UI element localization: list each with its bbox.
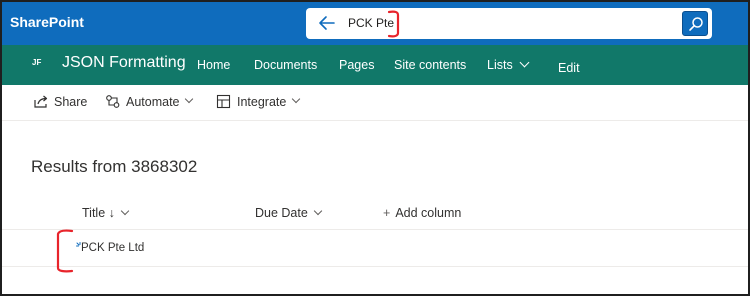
window-frame: SharePoint PCK Pte JF JSON Formatting Ho… — [0, 0, 750, 296]
suite-bar: SharePoint PCK Pte — [2, 2, 748, 45]
chevron-down-icon — [291, 94, 301, 104]
integrate-icon — [216, 94, 231, 109]
nav-item-home[interactable]: Home — [197, 58, 230, 72]
nav-item-lists-label: Lists — [487, 58, 513, 72]
search-input[interactable]: PCK Pte — [348, 16, 394, 30]
add-column-button[interactable]: + Add column — [383, 206, 461, 220]
integrate-label: Integrate — [237, 95, 287, 109]
add-column-label: Add column — [395, 206, 462, 220]
list-column-header: Title ↓ Due Date + Add column — [2, 198, 748, 230]
results-title: Results from 3868302 — [31, 157, 198, 176]
search-box[interactable]: PCK Pte — [306, 8, 712, 39]
site-avatar[interactable]: JF — [32, 58, 41, 67]
nav-item-lists[interactable]: Lists — [487, 57, 530, 72]
chevron-down-icon — [313, 206, 323, 216]
command-bar: Share Automate Integrate — [2, 85, 748, 121]
app-brand[interactable]: SharePoint — [10, 14, 84, 30]
sort-descending-icon: ↓ — [108, 206, 115, 220]
share-icon — [34, 95, 48, 108]
automate-icon — [106, 95, 120, 108]
add-icon: + — [383, 206, 391, 220]
search-icon — [689, 17, 703, 31]
site-navigation: JF JSON Formatting Home Documents Pages … — [2, 45, 748, 85]
share-label: Share — [54, 95, 88, 109]
chevron-down-icon — [519, 57, 530, 68]
search-button[interactable] — [682, 11, 708, 36]
row-title-cell[interactable]: PCK Pte Ltd — [81, 242, 144, 254]
site-title[interactable]: JSON Formatting — [62, 54, 186, 72]
column-due-date-label: Due Date — [255, 206, 308, 220]
nav-item-pages[interactable]: Pages — [339, 58, 374, 72]
column-title-label: Title — [82, 206, 106, 220]
chevron-down-icon — [184, 94, 194, 104]
nav-item-documents[interactable]: Documents — [254, 58, 317, 72]
nav-item-edit[interactable]: Edit — [558, 61, 580, 75]
nav-item-site-contents[interactable]: Site contents — [394, 58, 466, 72]
column-header-title[interactable]: Title ↓ — [82, 206, 130, 220]
list-row[interactable]: PCK Pte Ltd — [2, 231, 748, 267]
automate-label: Automate — [126, 95, 180, 109]
chevron-down-icon — [120, 206, 130, 216]
column-header-due-date[interactable]: Due Date — [255, 206, 323, 220]
back-arrow-icon[interactable] — [316, 12, 338, 34]
